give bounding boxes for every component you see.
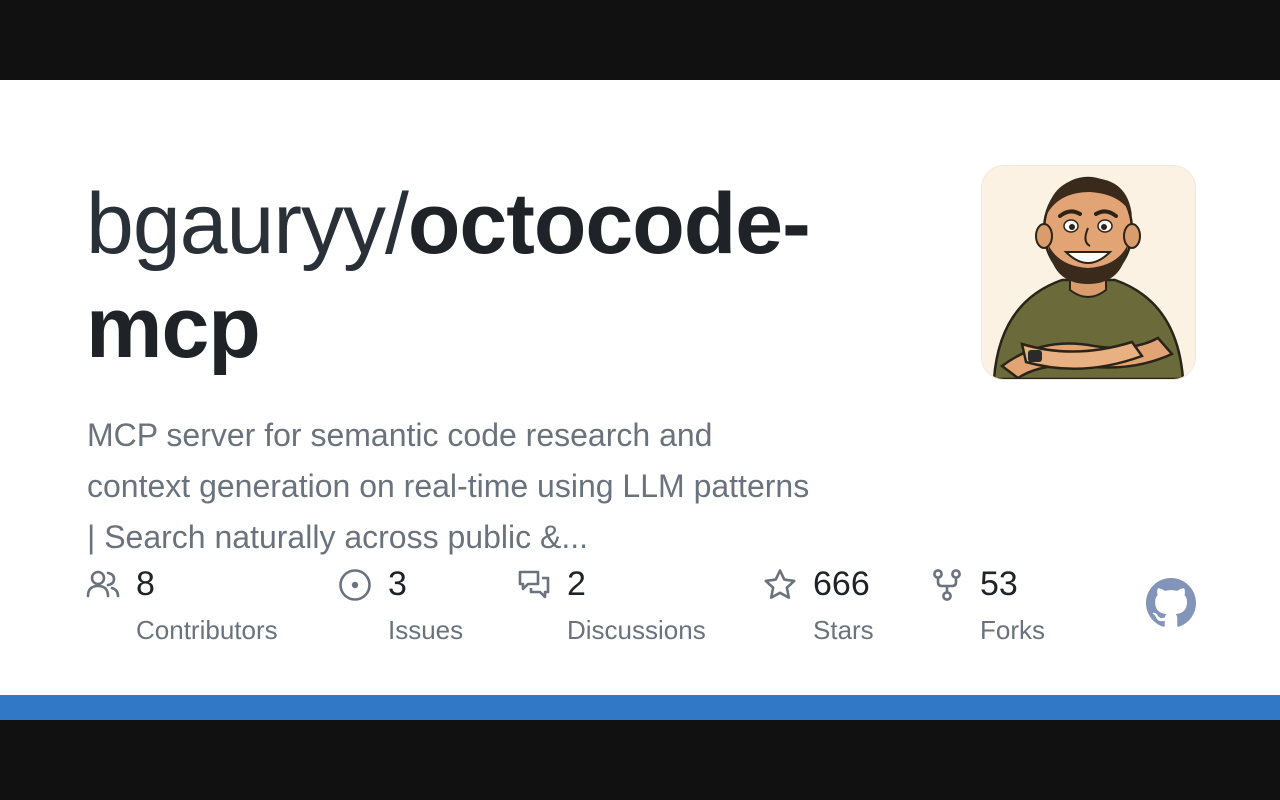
github-mark-icon[interactable]	[1146, 578, 1196, 628]
description-line: context generation on real-time using LL…	[87, 468, 810, 504]
star-icon	[763, 568, 797, 602]
description-line: MCP server for semantic code research an…	[87, 417, 713, 453]
owner-avatar	[982, 166, 1195, 379]
social-preview-card: bgauryy/octocode-mcp MCP server for sema…	[0, 80, 1280, 720]
repo-title[interactable]: bgauryy/octocode-mcp	[86, 172, 926, 380]
issues-label: Issues	[388, 615, 464, 645]
description-line: | Search naturally across public &...	[87, 519, 588, 555]
discussion-icon	[517, 568, 551, 602]
repo-forked-icon	[930, 568, 964, 602]
people-icon	[86, 568, 120, 602]
contributors-label: Contributors	[136, 615, 278, 645]
contributors-count: 8	[136, 565, 155, 603]
repo-description: MCP server for semantic code research an…	[87, 410, 927, 563]
forks-count: 53	[980, 565, 1018, 603]
issues-count: 3	[388, 565, 407, 603]
stars-label: Stars	[813, 615, 874, 645]
discussions-count: 2	[567, 565, 586, 603]
issue-opened-icon	[338, 568, 372, 602]
forks-label: Forks	[980, 615, 1045, 645]
discussions-label: Discussions	[567, 615, 706, 645]
repo-owner: bgauryy/	[86, 176, 409, 272]
stars-count: 666	[813, 565, 870, 603]
language-color-bar	[0, 695, 1280, 720]
